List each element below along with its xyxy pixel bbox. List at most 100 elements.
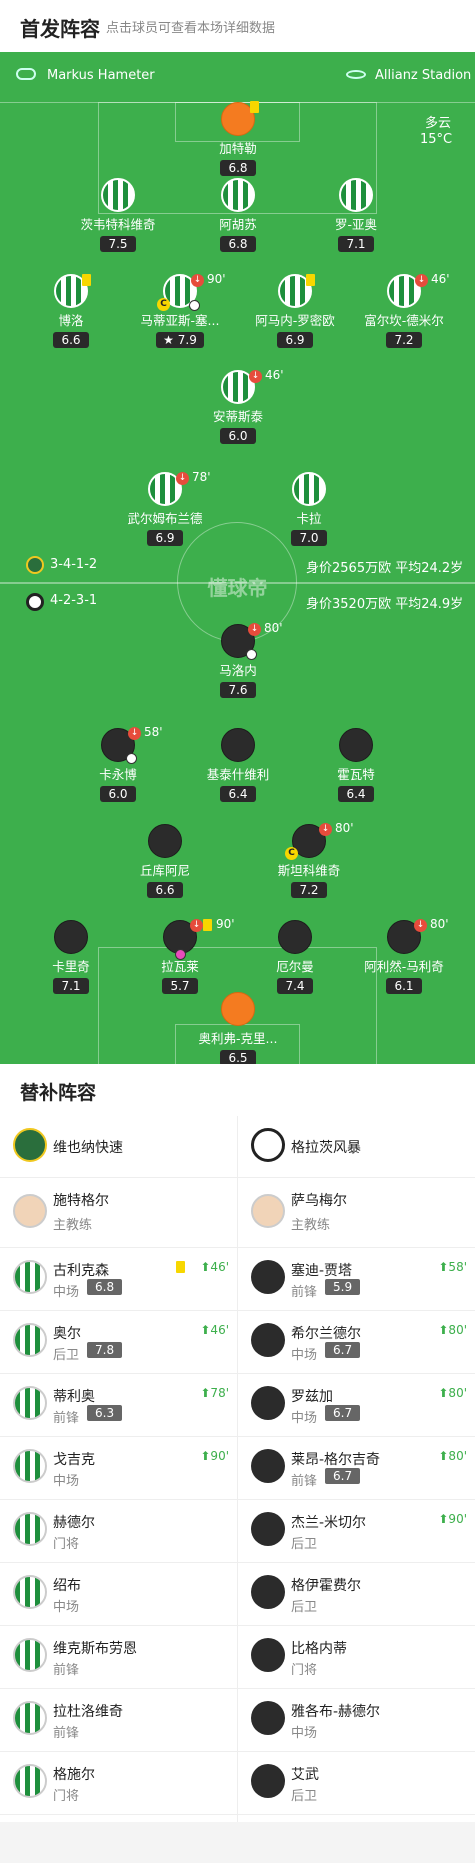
player-kit-icon: [221, 178, 255, 212]
player-name: 厄尔曼: [276, 959, 314, 974]
player-rating: 7.8: [87, 1342, 123, 1358]
player-kit-icon: [221, 728, 255, 762]
away-player[interactable]: 厄尔曼 7.4: [235, 920, 355, 994]
sub-player-row[interactable]: 比格内蒂 门将: [238, 1626, 475, 1689]
away-player[interactable]: ↓ 80' 阿利然-马利奇 6.1: [344, 917, 464, 994]
away-player[interactable]: ↓ 90' 拉瓦莱 5.7: [120, 917, 240, 994]
player-name: 博洛: [58, 313, 84, 328]
player-rating: 6.0: [100, 786, 136, 802]
player-name: 安蒂斯泰: [212, 409, 263, 424]
sub-out-icon: ↓: [248, 623, 261, 636]
sub-player-row[interactable]: 艾武 后卫: [238, 1752, 475, 1815]
player-kit-icon: ↓ 78': [148, 470, 211, 506]
player-kit-icon: [251, 1764, 285, 1798]
player-kit-icon: ↓ 80': [387, 917, 449, 954]
sub-player-row[interactable]: 格伊霍费尔 后卫: [238, 1563, 475, 1626]
goal-ball-icon: [246, 649, 257, 660]
away-formation: 4-2-3-1: [50, 593, 98, 608]
sub-in-minute: ⬆80': [438, 1386, 467, 1400]
weather: 多云: [425, 116, 452, 131]
coach-avatar-icon: [251, 1194, 285, 1228]
sub-in-minute: ⬆46': [200, 1323, 229, 1337]
sub-minute: 80': [264, 621, 283, 635]
player-position: 门将: [53, 1789, 80, 1804]
player-rating: 5.9: [325, 1279, 361, 1295]
player-rating: 7.2: [291, 882, 327, 898]
player-position: 后卫: [291, 1600, 318, 1615]
player-name: 基泰什维利: [206, 767, 270, 782]
home-player[interactable]: 茨韦特科维奇 7.5: [58, 178, 178, 252]
stadium-icon: [346, 70, 366, 79]
away-player[interactable]: 丘库阿尼 6.6: [105, 824, 225, 898]
player-kit-icon: [13, 1386, 47, 1420]
home-player[interactable]: 加特勒 6.8: [178, 101, 298, 176]
player-kit-icon: [251, 1512, 285, 1546]
player-position: 后卫: [291, 1537, 318, 1552]
team-row: 格拉茨风暴: [238, 1116, 475, 1178]
home-player[interactable]: 卡拉 7.0: [249, 472, 369, 546]
away-player[interactable]: ↓ 80' 马洛内 7.6: [178, 621, 298, 698]
temperature: 15°C: [420, 132, 453, 147]
player-kit-icon: [251, 1323, 285, 1357]
coach-role: 主教练: [291, 1218, 331, 1233]
sub-in-minute: ⬆80': [438, 1323, 467, 1337]
player-position: 中场: [53, 1600, 80, 1615]
home-coach: Markus Hameter: [47, 68, 155, 83]
sub-player-row[interactable]: 奥尔 后卫 7.8 ⬆46': [0, 1311, 237, 1374]
player-rating: 6.5: [220, 1050, 256, 1064]
home-team-logo-icon: [26, 556, 44, 574]
player-name: 戈吉克: [53, 1452, 95, 1468]
sub-in-minute: ⬆78': [200, 1386, 229, 1400]
away-player[interactable]: 卡里奇 7.1: [11, 920, 131, 994]
sub-player-row[interactable]: 希尔兰德尔 中场 6.7 ⬆80': [238, 1311, 475, 1374]
coach-avatar-icon: [13, 1194, 47, 1228]
home-player[interactable]: ↓ 90' C 马蒂亚斯-塞... ★ 7.9: [120, 272, 240, 348]
away-player[interactable]: 基泰什维利 6.4: [178, 728, 298, 802]
home-player[interactable]: ↓ 46' 富尔坎-德米尔 7.2: [344, 272, 464, 348]
away-value: 身价3520万欧 平均24.9岁: [306, 597, 464, 612]
player-kit-icon: [148, 824, 182, 858]
player-position: 中场: [291, 1726, 318, 1741]
away-player[interactable]: 奥利弗-克里... 6.5: [178, 992, 298, 1064]
player-name: 丘库阿尼: [139, 863, 190, 878]
player-kit-icon: ↓ 46': [387, 272, 450, 308]
away-player[interactable]: 霍瓦特 6.4: [296, 728, 416, 802]
sub-player-row[interactable]: 格施尔 门将: [0, 1752, 237, 1815]
sub-player-row[interactable]: 维克斯布劳恩 前锋: [0, 1626, 237, 1689]
sub-minute: 78': [192, 470, 211, 484]
sub-player-row[interactable]: 戈吉克 中场 ⬆90': [0, 1437, 237, 1500]
player-rating: 7.6: [220, 682, 256, 698]
sub-out-icon: ↓: [128, 727, 141, 740]
sub-player-row[interactable]: 塞迪-贾塔 前锋 5.9 ⬆58': [238, 1248, 475, 1311]
sub-in-minute: ⬆80': [438, 1449, 467, 1463]
player-kit-icon: [278, 920, 312, 954]
player-kit-icon: [13, 1323, 47, 1357]
sub-player-row[interactable]: 杰兰-米切尔 后卫 ⬆90': [238, 1500, 475, 1563]
player-rating: 6.1: [386, 978, 422, 994]
whistle-icon: [16, 68, 36, 80]
sub-player-row[interactable]: 莱昂-格尔吉奇 前锋 6.7 ⬆80': [238, 1437, 475, 1500]
home-player[interactable]: 阿马内-罗密欧 6.9: [235, 274, 355, 348]
sub-player-row[interactable]: 雅各布-赫德尔 中场: [238, 1689, 475, 1752]
home-player[interactable]: ↓ 78' 武尔姆布兰德 6.9: [105, 470, 225, 546]
sub-player-row[interactable]: 蒂利奥 前锋 6.3 ⬆78': [0, 1374, 237, 1437]
sub-player-row[interactable]: 拉杜洛维奇 前锋: [0, 1689, 237, 1752]
away-player[interactable]: ↓ 80' C 斯坦科维奇 7.2: [249, 821, 369, 898]
sub-in-minute: ⬆90': [438, 1512, 467, 1526]
sub-in-minute: ⬆58': [438, 1260, 467, 1274]
home-player[interactable]: 博洛 6.6: [11, 274, 131, 348]
sub-minute: 46': [265, 368, 284, 382]
sub-player-row[interactable]: 古利克森 中场 6.8 ⬆46': [0, 1248, 237, 1311]
home-player[interactable]: ↓ 46' 安蒂斯泰 6.0: [178, 368, 298, 444]
sub-player-row[interactable]: 赫德尔 门将: [0, 1500, 237, 1563]
home-player[interactable]: 罗-亚奥 7.1: [296, 178, 416, 252]
away-player[interactable]: ↓ 58' 卡永博 6.0: [58, 725, 178, 802]
player-rating: 6.4: [220, 786, 256, 802]
sub-player-row[interactable]: 罗兹加 中场 6.7 ⬆80': [238, 1374, 475, 1437]
home-player[interactable]: 阿胡苏 6.8: [178, 178, 298, 252]
player-kit-icon: [13, 1575, 47, 1609]
sub-player-row[interactable]: 绍布 中场: [0, 1563, 237, 1626]
player-name: 卡里奇: [52, 959, 90, 974]
player-kit-icon: [251, 1701, 285, 1735]
team-name: 格拉茨风暴: [291, 1140, 361, 1156]
